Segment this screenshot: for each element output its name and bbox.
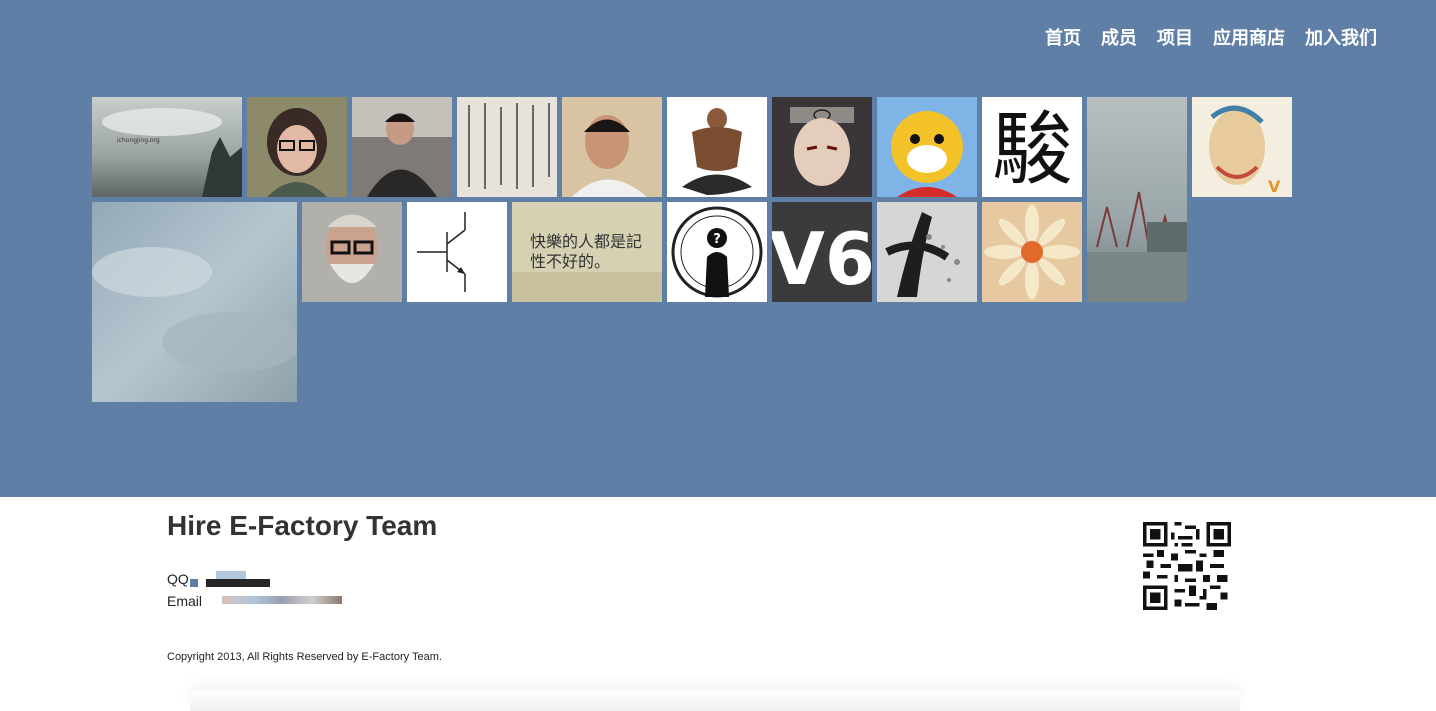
member-avatar-chinese-character[interactable]: 駿 <box>982 97 1082 197</box>
contact-qq: QQ <box>167 571 189 587</box>
chinese-character-text: 駿 <box>992 103 1072 196</box>
quote-card-text: 快樂的人都是記性不好的。 <box>530 232 643 271</box>
redacted-email <box>222 596 342 604</box>
member-avatar-bearded-man[interactable] <box>302 202 402 302</box>
member-avatar-calligraphy-scroll[interactable] <box>457 97 557 197</box>
svg-text:V: V <box>1268 177 1281 196</box>
member-avatar-anime-ninja[interactable] <box>772 97 872 197</box>
member-avatar-v6-logo[interactable]: V6 <box>772 202 872 302</box>
member-avatar-anonymous-logo[interactable]: ? <box>667 202 767 302</box>
member-avatar-watercolor-face[interactable]: V <box>1192 97 1292 197</box>
member-avatar-ink-splash[interactable] <box>877 202 977 302</box>
member-avatar-cloudy-sky[interactable] <box>92 202 297 402</box>
member-avatar-office-man[interactable] <box>352 97 452 197</box>
member-avatar-tiger-cartoon[interactable] <box>877 97 977 197</box>
email-label: Email <box>167 593 203 609</box>
nav-join-us[interactable]: 加入我们 <box>1305 26 1377 50</box>
qq-label: QQ <box>167 571 189 587</box>
nav-projects[interactable]: 项目 <box>1157 26 1193 50</box>
bottom-shadow-panel <box>190 690 1240 711</box>
sky-watermark: ichongjing.org <box>117 137 160 144</box>
contact-email: Email <box>167 593 202 609</box>
member-avatar-quote-card[interactable]: 快樂的人都是記性不好的。 <box>512 202 662 302</box>
copyright-text: Copyright 2013, All Rights Reserved by E… <box>167 651 442 663</box>
member-avatar-harbor-cranes[interactable] <box>1087 97 1187 302</box>
main-nav: 首页 成员 项目 应用商店 加入我们 <box>1045 26 1377 50</box>
member-avatar-glasses-girl[interactable] <box>247 97 347 197</box>
member-avatar-sunflower[interactable] <box>982 202 1082 302</box>
redacted-qq-blur <box>216 571 246 579</box>
redacted-qq-mark <box>190 579 198 587</box>
member-avatar-sky[interactable]: ichongjing.org <box>92 97 242 197</box>
anonymous-mark: ? <box>713 232 721 247</box>
v6-text: V6 <box>772 217 872 301</box>
redacted-qq-number <box>206 579 270 587</box>
nav-home[interactable]: 首页 <box>1045 26 1081 50</box>
nav-members[interactable]: 成员 <box>1101 26 1137 50</box>
qr-code-image <box>1143 522 1231 610</box>
footer-title: Hire E-Factory Team <box>167 510 438 541</box>
member-avatar-transistor-symbol[interactable] <box>407 202 507 302</box>
member-avatar-young-man[interactable] <box>562 97 662 197</box>
member-avatar-warrior[interactable] <box>667 97 767 197</box>
nav-app-store[interactable]: 应用商店 <box>1213 26 1285 50</box>
hero-banner: 首页 成员 项目 应用商店 加入我们 ichongjing.org 駿 V 快樂… <box>0 0 1436 497</box>
